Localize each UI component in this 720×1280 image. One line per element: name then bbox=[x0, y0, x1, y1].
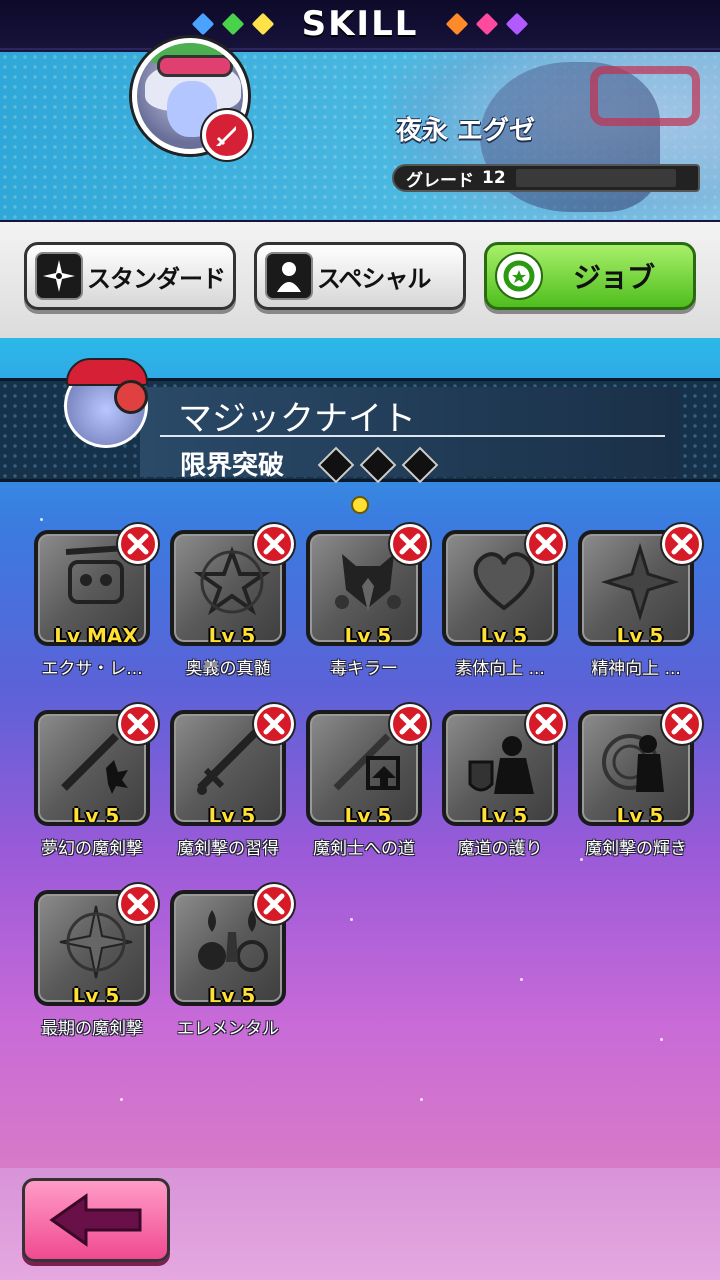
tab-special-label: スペシャル bbox=[317, 264, 431, 293]
purple-gem-icon bbox=[506, 13, 528, 35]
locked-x-icon bbox=[254, 524, 294, 564]
skill-level: Lv 5 bbox=[208, 804, 256, 826]
skill-name: エクサ・レ... bbox=[41, 659, 143, 679]
grade-bar: グレード 12 bbox=[392, 164, 700, 192]
tab-job[interactable]: ジョブ bbox=[484, 242, 696, 310]
page-title: SKILL bbox=[301, 4, 419, 44]
sword-icon bbox=[202, 110, 252, 160]
yellow-gem-icon bbox=[252, 13, 274, 35]
tab-standard-label: スタンダード bbox=[87, 264, 226, 293]
locked-x-icon bbox=[254, 884, 294, 924]
grade-progress bbox=[515, 169, 676, 187]
skill-level: Lv 5 bbox=[480, 804, 528, 826]
grade-value: 12 bbox=[482, 168, 506, 188]
orange-gem-icon bbox=[446, 13, 468, 35]
locked-x-icon bbox=[390, 704, 430, 744]
left-gems bbox=[192, 13, 274, 35]
skill-name: 毒キラー bbox=[330, 659, 398, 679]
skill-item[interactable]: Lv 5 魔剣撃の習得 bbox=[170, 704, 294, 870]
person-icon bbox=[265, 252, 313, 300]
skill-level: Lv 5 bbox=[616, 624, 664, 646]
back-arrow-icon bbox=[49, 1193, 142, 1247]
limit-break-diamond-icon bbox=[316, 445, 352, 481]
skill-item[interactable]: Lv 5 魔剣撃の輝き bbox=[578, 704, 702, 870]
skill-level: Lv 5 bbox=[344, 624, 392, 646]
skill-name: 奥義の真髄 bbox=[185, 659, 271, 679]
locked-x-icon bbox=[118, 884, 158, 924]
job-avatar bbox=[56, 354, 160, 468]
grade-label: グレード bbox=[406, 170, 474, 191]
locked-x-icon bbox=[526, 524, 566, 564]
locked-x-icon bbox=[254, 704, 294, 744]
top-bar: SKILL bbox=[0, 0, 720, 50]
skill-item[interactable]: Lv 5 魔剣士への道 bbox=[306, 704, 430, 870]
skill-item[interactable]: Lv 5 素体向上 ... bbox=[442, 524, 566, 690]
green-gem-icon bbox=[222, 13, 244, 35]
skill-name: 最期の魔剣撃 bbox=[41, 1019, 143, 1039]
skill-item[interactable]: Lv 5 魔道の護り bbox=[442, 704, 566, 870]
tab-special[interactable]: スペシャル bbox=[254, 242, 466, 310]
skill-name: 魔道の護り bbox=[457, 839, 543, 859]
limit-break-diamond-icon bbox=[400, 445, 436, 481]
character-avatar[interactable] bbox=[132, 38, 256, 162]
character-name: 夜永 エグゼ bbox=[396, 116, 536, 146]
shuriken-icon bbox=[35, 252, 83, 300]
back-button[interactable] bbox=[22, 1178, 170, 1262]
cycle-icon bbox=[495, 252, 543, 300]
locked-x-icon bbox=[118, 704, 158, 744]
blue-gem-icon bbox=[192, 13, 214, 35]
skill-item[interactable]: Lv 5 夢幻の魔剣撃 bbox=[34, 704, 158, 870]
character-banner bbox=[0, 52, 720, 220]
skill-panel: マジックナイト 限界突破 Lv MAX エクサ・レ... Lv 5 奥義の真髄 Lv 5… bbox=[0, 338, 720, 1168]
limit-break-label: 限界突破 bbox=[180, 451, 285, 481]
skill-level: Lv 5 bbox=[480, 624, 528, 646]
skill-tabs: スタンダード スペシャル ジョブ bbox=[0, 222, 720, 338]
locked-x-icon bbox=[662, 704, 702, 744]
skill-name: 夢幻の魔剣撃 bbox=[41, 839, 143, 859]
skill-level: Lv 5 bbox=[344, 804, 392, 826]
skill-name: 素体向上 ... bbox=[455, 659, 545, 679]
job-name: マジックナイト bbox=[178, 399, 416, 439]
skill-name: 魔剣士への道 bbox=[313, 839, 415, 859]
skill-name: エレメンタル bbox=[177, 1019, 279, 1039]
skill-item[interactable]: Lv MAX エクサ・レ... bbox=[34, 524, 158, 690]
locked-x-icon bbox=[526, 704, 566, 744]
limit-break-diamond-icon bbox=[358, 445, 394, 481]
skill-name: 精神向上 ... bbox=[591, 659, 681, 679]
skill-level: Lv 5 bbox=[72, 804, 120, 826]
skill-level: Lv 5 bbox=[616, 804, 664, 826]
skill-name: 魔剣撃の習得 bbox=[177, 839, 279, 859]
skill-level: Lv 5 bbox=[72, 984, 120, 1006]
limit-break-indicators bbox=[316, 445, 436, 481]
footer bbox=[0, 1168, 720, 1280]
pink-gem-icon bbox=[476, 13, 498, 35]
right-gems bbox=[446, 13, 528, 35]
page-indicator-dot bbox=[351, 496, 369, 514]
skill-item[interactable]: Lv 5 精神向上 ... bbox=[578, 524, 702, 690]
skill-level: Lv MAX bbox=[54, 624, 138, 646]
tab-job-label: ジョブ bbox=[573, 261, 655, 294]
locked-x-icon bbox=[662, 524, 702, 564]
skill-item[interactable]: Lv 5 エレメンタル bbox=[170, 884, 294, 1050]
locked-x-icon bbox=[390, 524, 430, 564]
locked-x-icon bbox=[118, 524, 158, 564]
tab-standard[interactable]: スタンダード bbox=[24, 242, 236, 310]
skill-item[interactable]: Lv 5 最期の魔剣撃 bbox=[34, 884, 158, 1050]
skill-level: Lv 5 bbox=[208, 624, 256, 646]
skill-level: Lv 5 bbox=[208, 984, 256, 1006]
skill-item[interactable]: Lv 5 奥義の真髄 bbox=[170, 524, 294, 690]
skill-name: 魔剣撃の輝き bbox=[585, 839, 687, 859]
skill-item[interactable]: Lv 5 毒キラー bbox=[306, 524, 430, 690]
